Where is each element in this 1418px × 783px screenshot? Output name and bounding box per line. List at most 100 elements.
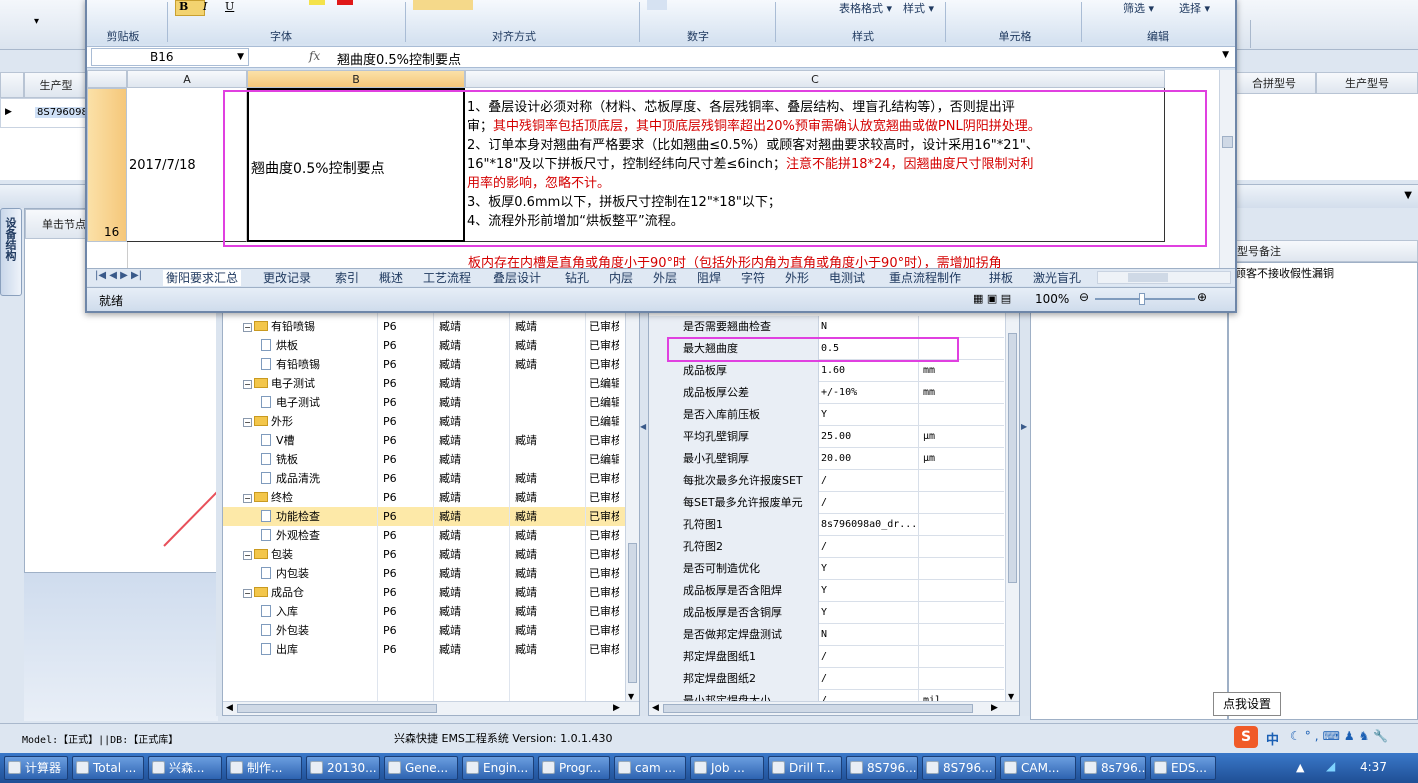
select-button[interactable]: 选择 ▾ — [1179, 0, 1210, 16]
column-header-merged-model[interactable]: 合拼型号 — [1232, 72, 1316, 94]
property-row[interactable]: 孔符图1 8s796098a0_dr... — [649, 514, 1004, 536]
property-value[interactable]: 1.60 — [819, 360, 919, 382]
sheet-tab[interactable]: 概述 — [379, 270, 403, 286]
tree-row[interactable]: V槽 P6 臧靖 臧靖 已审核 — [223, 431, 633, 450]
property-row[interactable]: 成品板厚 1.60 mm — [649, 360, 1004, 382]
collapse-right-icon[interactable]: ▶ — [1021, 422, 1027, 431]
cell-c17[interactable]: 板内存在内槽是直角或角度小于90°时（包括外形内角为直角或角度小于90°时），需… — [468, 252, 1002, 268]
property-row[interactable]: 成品板厚是否含阻焊 Y — [649, 580, 1004, 602]
tree-node[interactable]: 铣板 — [261, 450, 298, 469]
tree-node[interactable]: 功能检查 — [261, 507, 320, 526]
cell-model[interactable]: 8S796098 — [35, 107, 90, 118]
sheet-tab[interactable]: 更改记录 — [263, 270, 311, 286]
tree-row[interactable]: 铣板 P6 臧靖 已编辑 — [223, 450, 633, 469]
format-table-button[interactable]: 表格格式 ▾ — [839, 0, 892, 16]
property-row[interactable]: 成品板厚是否含铜厚 Y — [649, 602, 1004, 624]
sheet-tab[interactable]: 电测试 — [829, 270, 865, 286]
tree-node[interactable]: 出库 — [261, 640, 298, 659]
tree-row[interactable]: − 成品仓 P6 臧靖 臧靖 已审核 — [223, 583, 633, 602]
align-left-icon[interactable] — [413, 0, 473, 10]
tree-row[interactable]: 入库 P6 臧靖 臧靖 已审核 — [223, 602, 633, 621]
tree-row[interactable]: 内包装 P6 臧靖 臧靖 已审核 — [223, 564, 633, 583]
collapse-icon[interactable]: − — [243, 323, 252, 332]
view-buttons-icon[interactable]: ▦ ▣ ▤ — [973, 292, 1011, 305]
splitter[interactable] — [216, 312, 222, 716]
property-row[interactable]: 是否可制造优化 Y — [649, 558, 1004, 580]
scrollbar-thumb[interactable] — [1222, 136, 1233, 148]
property-row[interactable]: 是否做邦定焊盘测试 N — [649, 624, 1004, 646]
property-row[interactable]: 孔符图2/ — [649, 536, 1004, 558]
zoom-out-icon[interactable]: ⊖ — [1079, 290, 1089, 304]
property-value[interactable]: / — [819, 646, 919, 668]
property-value[interactable]: / — [819, 668, 919, 690]
scrollbar-thumb[interactable] — [663, 704, 973, 713]
underline-icon[interactable]: U — [225, 0, 234, 13]
tree-row[interactable]: − 终检 P6 臧靖 臧靖 已审核 — [223, 488, 633, 507]
settings-tooltip[interactable]: 点我设置 — [1213, 692, 1281, 716]
taskbar-button[interactable]: 20130... — [306, 756, 380, 780]
taskbar-button[interactable]: CAM... — [1000, 756, 1076, 780]
property-row[interactable]: 邦定焊盘图纸1/ — [649, 646, 1004, 668]
taskbar-button[interactable]: EDS... — [1150, 756, 1216, 780]
property-value[interactable]: / — [819, 492, 919, 514]
sheet-tab[interactable]: 拼板 — [989, 270, 1013, 286]
sheet-tab[interactable]: 外形 — [785, 270, 809, 286]
property-value[interactable]: Y — [819, 580, 919, 602]
taskbar-button[interactable]: 计算器 — [4, 756, 68, 780]
tab-nav-icon[interactable]: |◀ ◀ ▶ ▶| — [95, 270, 142, 281]
property-row[interactable]: 成品板厚公差 +/-10% mm — [649, 382, 1004, 404]
tree-node[interactable]: 烘板 — [261, 336, 298, 355]
collapse-icon[interactable]: − — [243, 589, 252, 598]
taskbar-button[interactable]: 8S796... — [922, 756, 996, 780]
select-all-corner[interactable] — [87, 70, 127, 88]
taskbar-button[interactable]: Total ... — [72, 756, 144, 780]
percent-icon[interactable] — [647, 0, 667, 10]
tree-node[interactable]: 有铅喷锡 — [261, 355, 320, 374]
ime-logo-icon[interactable]: S — [1234, 726, 1258, 748]
tree-node[interactable]: 电子测试 — [261, 393, 320, 412]
taskbar-button[interactable]: Engin... — [462, 756, 534, 780]
property-row[interactable]: 是否需要翘曲检查 N — [649, 316, 1004, 338]
tray-arrow-icon[interactable]: ▲ — [1296, 761, 1304, 774]
property-row[interactable]: 邦定焊盘图纸2/ — [649, 668, 1004, 690]
property-row[interactable]: 是否入库前压板 Y — [649, 404, 1004, 426]
tree-row[interactable]: 外观检查 P6 臧靖 臧靖 已审核 — [223, 526, 633, 545]
tree-node[interactable]: − 有铅喷锡 — [243, 317, 315, 336]
scroll-left-icon[interactable]: ◀ — [226, 703, 233, 713]
taskbar-button[interactable]: 8S796... — [846, 756, 918, 780]
tree-row[interactable]: 功能检查 P6 臧靖 臧靖 已审核 — [223, 507, 633, 526]
row-header-16[interactable]: 16 — [87, 88, 127, 242]
tree-node[interactable]: 内包装 — [261, 564, 309, 583]
property-value[interactable]: 8s796098a0_dr... — [819, 514, 919, 536]
column-header-b[interactable]: B — [247, 70, 465, 88]
dropdown-arrow-icon[interactable]: ▼ — [237, 49, 244, 66]
collapse-icon[interactable]: − — [243, 551, 252, 560]
network-icon[interactable]: ◢ — [1326, 759, 1335, 773]
expand-formula-icon[interactable]: ▼ — [1222, 50, 1229, 60]
collapse-icon[interactable]: − — [243, 494, 252, 503]
tree-node[interactable]: 外观检查 — [261, 526, 320, 545]
tree-node[interactable]: 入库 — [261, 602, 298, 621]
formula-input[interactable]: 翘曲度0.5%控制要点 — [337, 49, 461, 68]
horizontal-scrollbar[interactable]: ◀ ▶ — [223, 701, 639, 715]
tree-row[interactable]: − 电子测试 P6 臧靖 已编辑 — [223, 374, 633, 393]
property-value[interactable]: Y — [819, 602, 919, 624]
tree-row[interactable]: 电子测试 P6 臧靖 已编辑 — [223, 393, 633, 412]
tree-node[interactable]: − 外形 — [243, 412, 293, 431]
tree-row[interactable]: 有铅喷锡 P6 臧靖 臧靖 已审核 — [223, 355, 633, 374]
tree-row[interactable]: 烘板 P6 臧靖 臧靖 已审核 — [223, 336, 633, 355]
sheet-tab[interactable]: 工艺流程 — [423, 270, 471, 286]
tree-row[interactable]: 出库 P6 臧靖 臧靖 已审核 — [223, 640, 633, 659]
taskbar-button[interactable]: Gene... — [384, 756, 458, 780]
sheet-tab[interactable]: 字符 — [741, 270, 765, 286]
property-row[interactable]: 平均孔壁铜厚 25.00 μm — [649, 426, 1004, 448]
splitter[interactable]: ▶ — [1020, 312, 1030, 716]
tree-node[interactable]: − 终检 — [243, 488, 293, 507]
sheet-tab[interactable]: 索引 — [335, 270, 359, 286]
taskbar-button[interactable]: Job ... — [690, 756, 764, 780]
taskbar-button[interactable]: 制作... — [226, 756, 302, 780]
tree-node[interactable]: − 电子测试 — [243, 374, 315, 393]
horizontal-scrollbar[interactable]: ◀ ▶ — [649, 701, 1019, 715]
tree-node[interactable]: − 成品仓 — [243, 583, 304, 602]
property-value[interactable]: 20.00 — [819, 448, 919, 470]
